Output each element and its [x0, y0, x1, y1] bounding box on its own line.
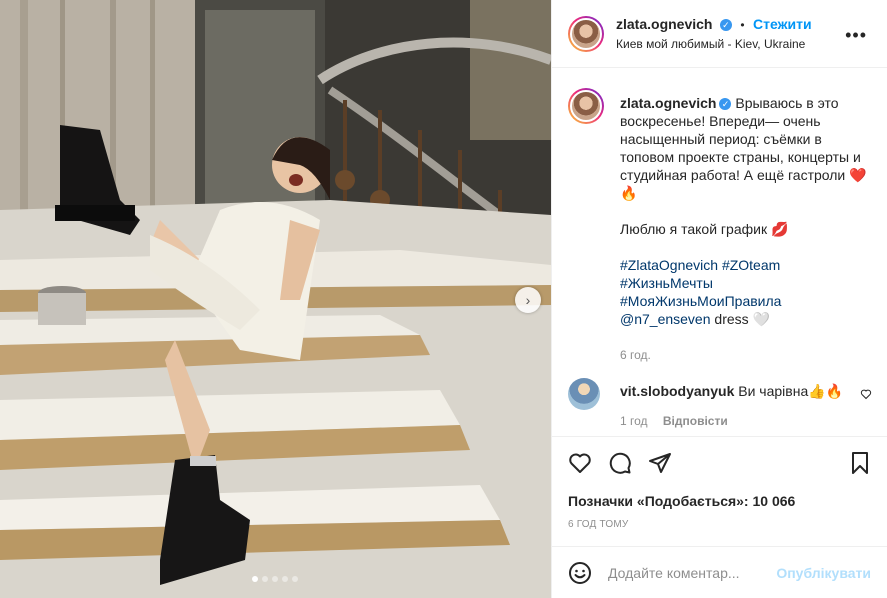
- publish-button[interactable]: Опублікувати: [776, 565, 871, 581]
- separator-dot: •: [740, 18, 745, 32]
- reply-button[interactable]: Відповісти: [663, 414, 728, 428]
- commenter-username[interactable]: vit.slobodyanyuk: [620, 383, 734, 399]
- post-media[interactable]: ›: [0, 0, 551, 598]
- caption-text-block: zlata.ognevich ✓ Врываюсь в это воскресен…: [620, 94, 870, 364]
- carousel-dot: [272, 576, 278, 582]
- hashtag-link[interactable]: #МояЖизньМоиПравила: [620, 292, 870, 310]
- carousel-dots: [252, 576, 298, 582]
- caption-username[interactable]: zlata.ognevich: [620, 95, 716, 111]
- caption-line2: Люблю я такой график 💋: [620, 221, 789, 237]
- share-icon[interactable]: [648, 451, 672, 475]
- heart-icon[interactable]: [860, 388, 872, 400]
- comment-text-block: vit.slobodyanyuk Ви чарівна👍🔥: [620, 382, 850, 400]
- instagram-post: › zlata.ognevich ✓ • Стежити Киев мой лю…: [0, 0, 887, 598]
- avatar[interactable]: [568, 16, 604, 52]
- comment-body: Ви чарівна👍🔥: [738, 383, 844, 399]
- mention-suffix: dress 🤍: [710, 311, 770, 327]
- commenter-avatar[interactable]: [568, 378, 600, 410]
- header-user-line: zlata.ognevich ✓ • Стежити: [616, 16, 812, 34]
- comment-input[interactable]: [608, 563, 788, 583]
- follow-button[interactable]: Стежити: [753, 16, 812, 32]
- username-link[interactable]: zlata.ognevich: [616, 16, 712, 32]
- emoji-icon[interactable]: [568, 561, 592, 585]
- caption-avatar[interactable]: [568, 88, 604, 124]
- post-photo: [0, 0, 551, 598]
- post-actions: Позначки «Подобається»: 10 066 6 ГОД ТОМ…: [552, 436, 887, 548]
- carousel-dot: [262, 576, 268, 582]
- add-comment-bar: Опублікувати: [552, 546, 887, 598]
- likes-count[interactable]: Позначки «Подобається»: 10 066: [568, 493, 795, 509]
- post-side-panel: zlata.ognevich ✓ • Стежити Киев мой люби…: [551, 0, 887, 598]
- carousel-next-button[interactable]: ›: [515, 287, 541, 313]
- mention-link[interactable]: @n7_enseven: [620, 311, 711, 327]
- hashtag-link[interactable]: #ЖизньМечты: [620, 274, 870, 292]
- location-link[interactable]: Киев мой любимый - Kiev, Ukraine: [616, 37, 805, 51]
- comment-time[interactable]: 1 год: [620, 414, 648, 428]
- caption-time[interactable]: 6 год.: [620, 346, 870, 364]
- more-options-icon: •••: [845, 25, 867, 45]
- verified-badge-icon: ✓: [719, 98, 732, 111]
- hashtag-link[interactable]: #ZlataOgnevich #ZOteam: [620, 256, 870, 274]
- post-timestamp[interactable]: 6 ГОД ТОМУ: [568, 519, 628, 530]
- carousel-dot: [252, 576, 258, 582]
- comment-meta: 1 год Відповісти: [620, 414, 728, 428]
- like-heart-icon[interactable]: [568, 451, 592, 475]
- carousel-dot: [292, 576, 298, 582]
- chevron-right-icon: ›: [525, 292, 531, 308]
- carousel-dot: [282, 576, 288, 582]
- post-header: zlata.ognevich ✓ • Стежити Киев мой люби…: [552, 0, 887, 68]
- verified-badge-icon: ✓: [719, 18, 732, 31]
- comment-icon[interactable]: [608, 451, 632, 475]
- bookmark-icon[interactable]: [848, 451, 872, 475]
- more-options-button[interactable]: •••: [845, 26, 867, 44]
